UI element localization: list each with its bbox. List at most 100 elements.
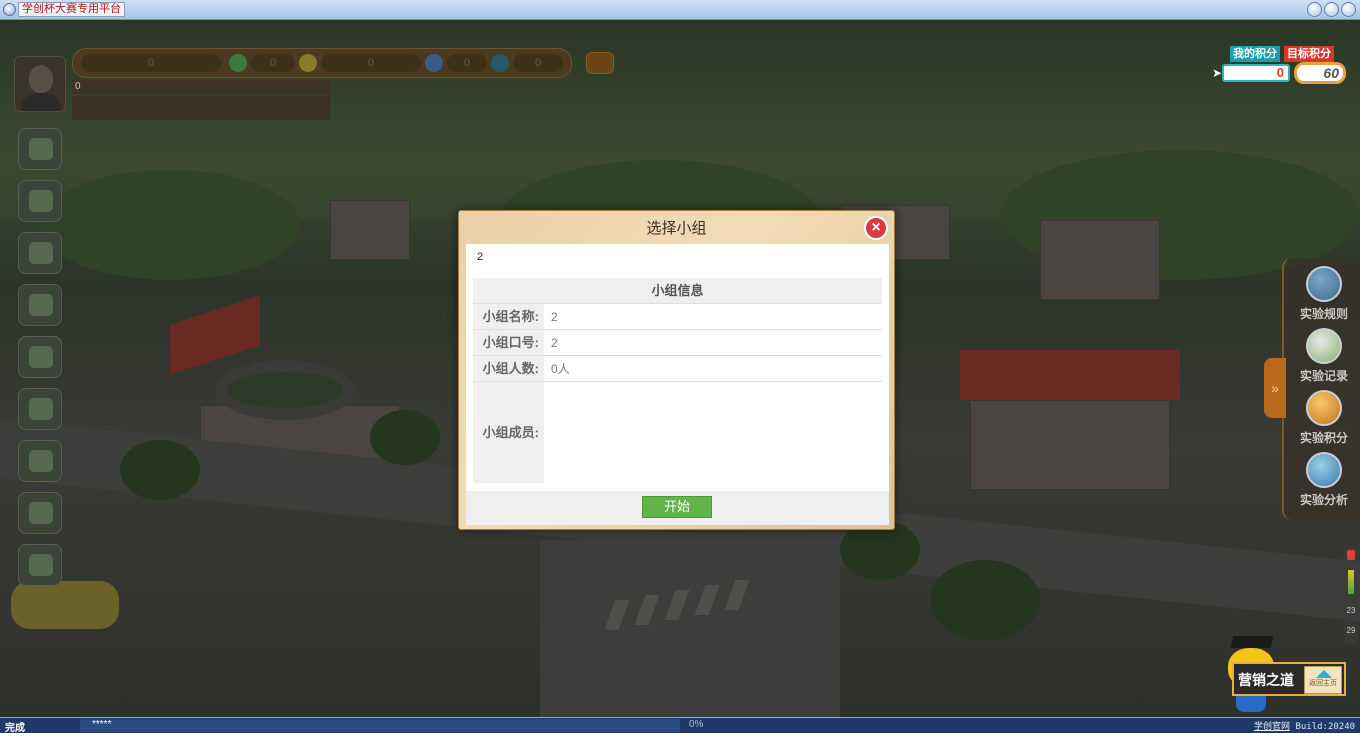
check-icon bbox=[229, 54, 247, 72]
resource-bar: 0 0 0 0 0 bbox=[72, 48, 572, 78]
group-members-row: 小组成员: bbox=[473, 381, 882, 483]
message-bubble-icon[interactable] bbox=[586, 52, 614, 74]
group-slogan-row: 小组口号: 2 bbox=[473, 329, 882, 355]
brand-title: 营销之道 bbox=[1238, 672, 1294, 688]
collapse-toggle-button[interactable]: » bbox=[1264, 358, 1286, 418]
arrow-icon: ➤ bbox=[1212, 66, 1223, 80]
status-progress-track: ***** bbox=[80, 719, 680, 732]
group-slogan-label: 小组口号: bbox=[482, 335, 539, 350]
scene-tree bbox=[370, 410, 440, 465]
app-icon bbox=[3, 3, 16, 16]
tool-button[interactable] bbox=[18, 232, 62, 274]
minimize-button[interactable] bbox=[1307, 2, 1322, 17]
tool-button[interactable] bbox=[18, 492, 62, 534]
tool-button[interactable] bbox=[18, 284, 62, 326]
stat-value: 0 bbox=[513, 54, 563, 72]
target-score-value: 60 bbox=[1294, 62, 1346, 84]
tool-button[interactable] bbox=[18, 388, 62, 430]
my-score-value: 0 bbox=[1222, 64, 1290, 82]
tool-button[interactable] bbox=[18, 544, 62, 586]
menu-label: 实验分析 bbox=[1299, 493, 1348, 507]
tool-button[interactable] bbox=[18, 128, 62, 170]
status-text: 完成 bbox=[5, 723, 25, 733]
score-panel: 我的积分 目标积分 ➤ 0 60 bbox=[1212, 46, 1348, 86]
scene-plaza bbox=[215, 360, 355, 420]
player-name: 0 bbox=[72, 80, 330, 94]
meter-bar bbox=[1348, 570, 1354, 594]
alert-icon bbox=[1347, 550, 1355, 560]
maximize-button[interactable] bbox=[1324, 2, 1339, 17]
puzzle-icon bbox=[425, 54, 443, 72]
scene-building bbox=[1040, 220, 1160, 300]
scene-road bbox=[540, 540, 840, 717]
dialog-body: 2 小组信息 小组名称: 2 小组口号: 2 小组人数: 0人 小组成员: 开始 bbox=[466, 244, 889, 525]
group-slogan-value: 2 bbox=[544, 330, 882, 355]
group-size-value: 0人 bbox=[544, 356, 882, 381]
official-site-link[interactable]: 学创官网 bbox=[1254, 722, 1290, 732]
meter-value: 29 bbox=[1346, 626, 1356, 635]
right-menu: » 实验规则 实验记录 实验积分 实验分析 bbox=[1264, 258, 1360, 520]
tool-button[interactable] bbox=[18, 180, 62, 222]
status-build: 学创官网 Build:20240 bbox=[1254, 719, 1355, 732]
menu-label: 实验记录 bbox=[1299, 369, 1348, 383]
menu-score[interactable]: 实验积分 bbox=[1290, 390, 1358, 450]
group-size-label: 小组人数: bbox=[482, 361, 539, 376]
close-dialog-button[interactable]: × bbox=[864, 216, 888, 240]
chart-icon bbox=[491, 54, 509, 72]
tool-button[interactable] bbox=[18, 440, 62, 482]
group-name-label: 小组名称: bbox=[482, 309, 539, 324]
stat-value: 0 bbox=[321, 54, 421, 72]
status-stars: ***** bbox=[92, 719, 112, 730]
group-name-value: 2 bbox=[544, 304, 882, 329]
scene-roof bbox=[960, 350, 1180, 400]
player-info-box bbox=[72, 96, 330, 120]
dialog-footer: 开始 bbox=[466, 491, 889, 525]
analysis-icon bbox=[1306, 452, 1342, 488]
start-button[interactable]: 开始 bbox=[642, 496, 712, 518]
scene-roof bbox=[170, 295, 260, 375]
menu-label: 实验积分 bbox=[1299, 431, 1348, 445]
target-score-label: 目标积分 bbox=[1284, 46, 1334, 62]
dialog-title: 选择小组 bbox=[646, 220, 707, 237]
coins-value: 0 bbox=[81, 54, 221, 72]
avatar-face bbox=[29, 65, 53, 93]
group-info-table: 小组信息 小组名称: 2 小组口号: 2 小组人数: 0人 小组成员: bbox=[473, 278, 882, 483]
scene-building bbox=[970, 400, 1170, 490]
player-avatar[interactable] bbox=[14, 56, 66, 112]
brand-panel: 营销之道 返回主页 bbox=[1232, 662, 1346, 696]
scene-hill bbox=[40, 170, 300, 280]
tool-button[interactable] bbox=[18, 336, 62, 378]
graduation-cap-icon bbox=[1230, 636, 1274, 648]
menu-label: 实验规则 bbox=[1299, 307, 1348, 321]
group-select[interactable]: 2 bbox=[471, 244, 881, 270]
side-meter: 23 29 bbox=[1344, 548, 1358, 644]
close-window-button[interactable] bbox=[1341, 2, 1356, 17]
stat-value: 0 bbox=[251, 54, 295, 72]
meter-value: 23 bbox=[1346, 606, 1356, 615]
group-members-value bbox=[544, 382, 882, 483]
menu-analysis[interactable]: 实验分析 bbox=[1290, 452, 1358, 512]
record-icon bbox=[1306, 328, 1342, 364]
group-info-header: 小组信息 bbox=[651, 283, 704, 298]
home-button[interactable]: 返回主页 bbox=[1304, 666, 1342, 694]
group-name-row: 小组名称: 2 bbox=[473, 303, 882, 329]
scene-tree bbox=[930, 560, 1040, 640]
window-controls bbox=[1307, 2, 1356, 17]
menu-record[interactable]: 实验记录 bbox=[1290, 328, 1358, 388]
window-title: 学创杯大赛专用平台 bbox=[18, 2, 125, 17]
score-icon bbox=[1306, 390, 1342, 426]
left-toolbar bbox=[18, 128, 68, 586]
select-group-dialog: 选择小组 × 2 小组信息 小组名称: 2 小组口号: 2 小组人数: 0人 小… bbox=[458, 210, 895, 530]
app-window: 学创杯大赛专用平台 0 0 0 0 0 0 我的积分 目标积分 ➤ 0 60 »… bbox=[0, 0, 1360, 733]
scene-car bbox=[10, 580, 120, 630]
title-bar: 学创杯大赛专用平台 bbox=[0, 0, 1360, 20]
rules-icon bbox=[1306, 266, 1342, 302]
build-number: Build:20240 bbox=[1295, 722, 1356, 732]
group-size-row: 小组人数: 0人 bbox=[473, 355, 882, 381]
stat-value: 0 bbox=[447, 54, 487, 72]
group-members-label: 小组成员: bbox=[482, 425, 539, 440]
status-bar: 完成 ***** 0% 学创官网 Build:20240 bbox=[0, 717, 1360, 733]
avatar-body bbox=[21, 93, 61, 111]
scene-building bbox=[330, 200, 410, 260]
menu-rules[interactable]: 实验规则 bbox=[1290, 266, 1358, 326]
